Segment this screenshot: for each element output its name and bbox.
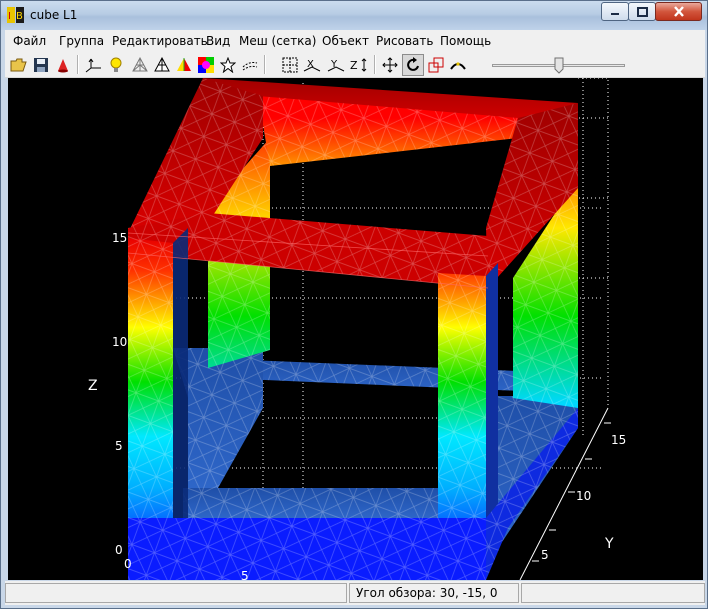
menu-bar: Файл Группа Редактировать Вид Меш (сетка… [5, 30, 705, 52]
colored-pyramid-icon [177, 58, 191, 71]
mesh-wireframe-icon [132, 57, 148, 72]
star-button[interactable] [217, 54, 239, 76]
z-axis-label: Z [88, 378, 98, 394]
x-tick-0: 0 [124, 557, 132, 571]
light-button[interactable] [105, 54, 127, 76]
app-window: I B cube L1 Файл Группа Редактировать Ви… [0, 0, 708, 609]
window-title: cube L1 [30, 8, 78, 22]
axes-icon [85, 58, 101, 73]
svg-text:X: X [307, 59, 314, 70]
status-view-angle: Угол обзора: 30, -15, 0 [349, 583, 519, 603]
status-cell-empty [5, 583, 347, 603]
grid-box-icon [282, 57, 298, 73]
scale-icon [428, 57, 444, 73]
cube-front-left-pillar-side [173, 228, 188, 558]
arc-button[interactable] [447, 54, 469, 76]
minimize-icon [611, 12, 619, 15]
cube-mesh-plot[interactable]: 15 10 5 0 Z 15 10 5 Y 0 5 [8, 78, 703, 580]
lb-app-icon: I B [7, 7, 24, 23]
contour-lines-icon [242, 62, 258, 71]
menu-draw[interactable]: Рисовать [376, 34, 433, 48]
status-bar: Угол обзора: 30, -15, 0 [5, 581, 705, 605]
z-axis-icon: Z [350, 58, 367, 72]
minimize-button[interactable] [601, 2, 629, 21]
zoom-slider-thumb[interactable] [554, 57, 564, 74]
y-axis-icon: Y [327, 59, 345, 72]
cone-icon [58, 59, 68, 73]
maximize-icon [636, 6, 648, 17]
open-button[interactable] [8, 54, 30, 76]
color-map-button[interactable] [195, 54, 217, 76]
menu-help[interactable]: Помощь [440, 34, 491, 48]
save-icon [34, 58, 48, 72]
y-tick-10: 10 [576, 489, 591, 503]
axes-button[interactable] [83, 54, 105, 76]
z-tick-0: 0 [115, 543, 123, 557]
contour-button[interactable] [239, 54, 261, 76]
color-palette-icon [198, 57, 214, 73]
arc-icon [450, 62, 466, 70]
shaded-button[interactable] [173, 54, 195, 76]
z-tick-5: 5 [115, 439, 123, 453]
move-button[interactable] [379, 54, 401, 76]
grid-box-button[interactable] [279, 54, 301, 76]
maximize-button[interactable] [628, 2, 656, 21]
z-tick-10: 10 [112, 335, 127, 349]
title-bar[interactable]: I B cube L1 [1, 1, 707, 30]
svg-text:B: B [16, 11, 23, 22]
light-bulb-icon [110, 57, 122, 72]
menu-mesh[interactable]: Меш (сетка) [239, 34, 316, 48]
y-tick-15: 15 [611, 433, 626, 447]
rotate-button[interactable] [402, 54, 424, 76]
x-axis-icon: X [303, 59, 321, 72]
star-icon [220, 57, 236, 73]
scale-button[interactable] [425, 54, 447, 76]
rotate-icon [407, 57, 419, 71]
x-tick-5: 5 [241, 569, 249, 580]
menu-file[interactable]: Файл [13, 34, 46, 48]
menu-edit[interactable]: Редактировать [112, 34, 208, 48]
mesh-solid-icon [154, 57, 170, 72]
toolbar: X Y Z [5, 52, 705, 78]
y-axis-label: Y [604, 536, 614, 552]
open-folder-icon [10, 58, 27, 72]
solid-mesh-button[interactable] [151, 54, 173, 76]
move-icon [382, 57, 398, 73]
z-tick-15: 15 [112, 231, 127, 245]
menu-object[interactable]: Объект [322, 34, 369, 48]
wireframe-button[interactable] [129, 54, 151, 76]
save-button[interactable] [30, 54, 52, 76]
y-tick-5: 5 [541, 548, 549, 562]
menu-view[interactable]: Вид [206, 34, 230, 48]
close-icon [673, 6, 684, 17]
cone-button[interactable] [52, 54, 74, 76]
z-axis-button[interactable]: Z [348, 54, 370, 76]
status-cell-right [521, 583, 705, 603]
menu-group[interactable]: Группа [59, 34, 104, 48]
y-axis-button[interactable]: Y [325, 54, 347, 76]
x-axis-button[interactable]: X [301, 54, 323, 76]
svg-text:Z: Z [350, 59, 358, 72]
close-button[interactable] [655, 2, 702, 21]
3d-viewport[interactable]: 15 10 5 0 Z 15 10 5 Y 0 5 [8, 78, 703, 580]
svg-text:I: I [8, 11, 11, 22]
